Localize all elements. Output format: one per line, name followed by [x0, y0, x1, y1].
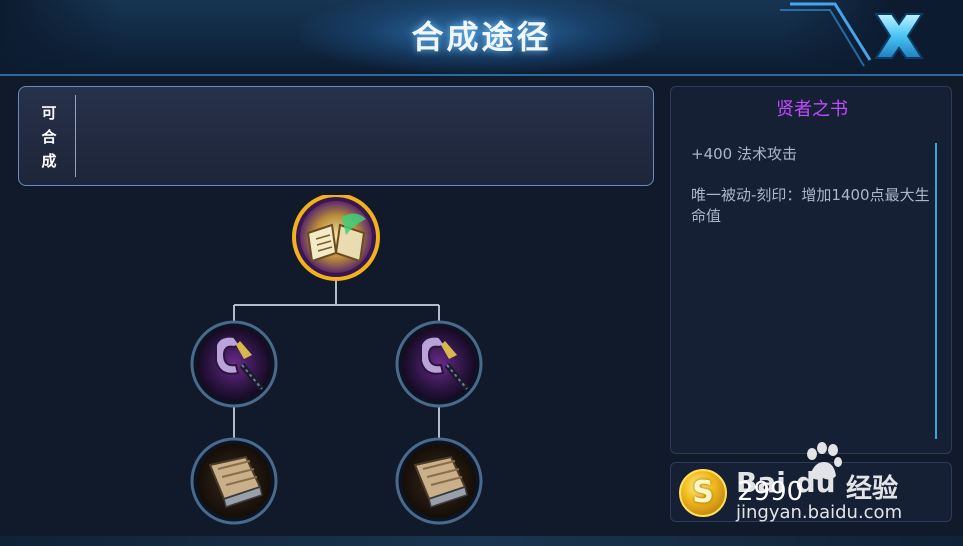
baidu-logo-text: Bai du [736, 466, 836, 499]
bottom-strip [0, 536, 963, 546]
item-slot-arcane-staff-left[interactable] [190, 320, 278, 408]
gold-coin-icon: S [679, 469, 727, 517]
item-slot-wooden-book-right[interactable] [395, 437, 483, 525]
craftable-panel: 可 合 成 [18, 86, 654, 186]
item-slot-wooden-book-left[interactable] [190, 437, 278, 525]
info-scrollbar[interactable] [935, 143, 937, 439]
jingyan-text: 经验 [846, 474, 899, 504]
item-info-panel: 贤者之书 +400 法术攻击 唯一被动-刻印：增加1400点最大生命值 [670, 86, 952, 454]
craftable-divider [75, 95, 76, 177]
item-passive: 唯一被动-刻印：增加1400点最大生命值 [691, 186, 930, 225]
craftable-label-line: 成 [41, 152, 57, 170]
item-name: 贤者之书 [776, 99, 848, 120]
item-stat: +400 法术攻击 [691, 145, 797, 163]
header-bar: 合成途径 [0, 0, 963, 76]
craftable-label-line: 合 [41, 128, 57, 146]
watermark-url: jingyan.baidu.com [736, 502, 903, 523]
coin-symbol: S [692, 475, 714, 510]
baidu-watermark: Bai du 经验 jingyan.baidu.com [736, 440, 956, 530]
recipe-tree [190, 195, 483, 525]
close-icon[interactable] [868, 8, 930, 64]
item-slot-arcane-staff-right[interactable] [395, 320, 483, 408]
page-title: 合成途径 [411, 18, 552, 56]
craftable-label: 可 合 成 [29, 101, 69, 173]
item-slot-sages-book[interactable] [292, 195, 380, 281]
craftable-label-line: 可 [41, 104, 57, 122]
